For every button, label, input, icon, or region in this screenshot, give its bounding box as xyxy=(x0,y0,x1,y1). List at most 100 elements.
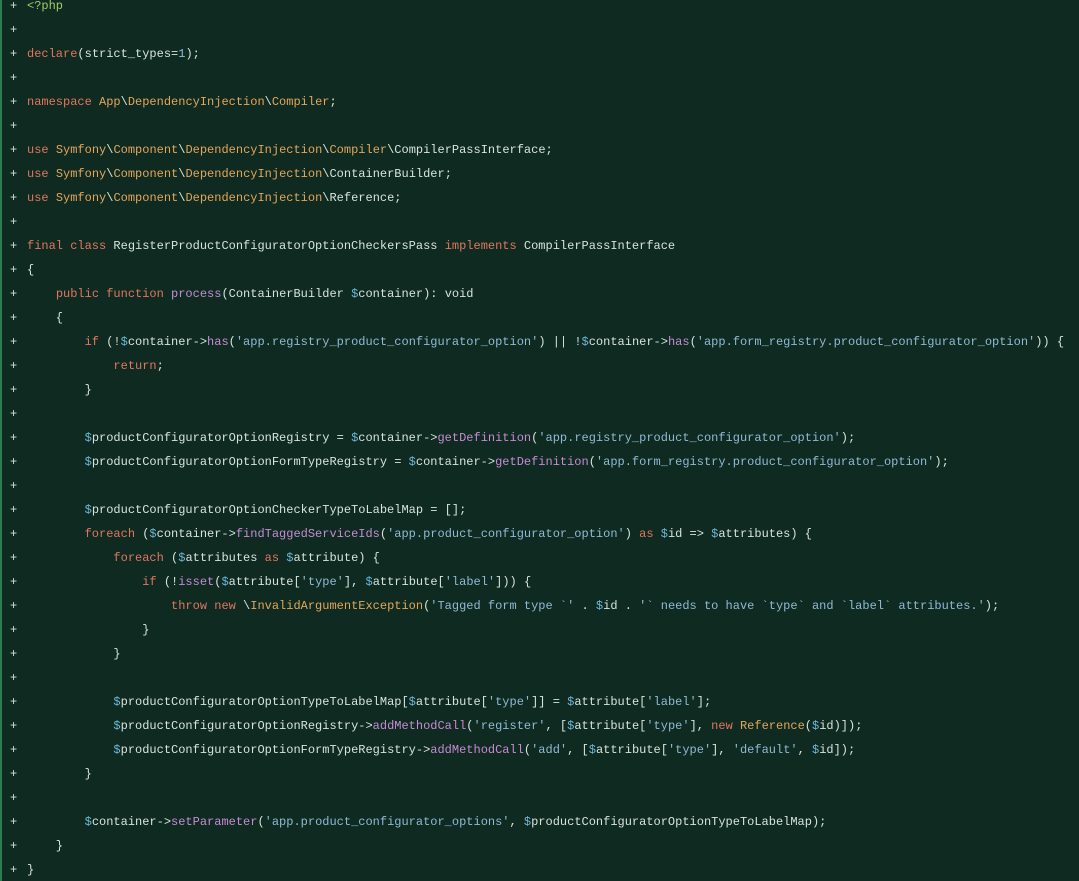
added-line-marker: + xyxy=(10,551,18,565)
code-token: container-> xyxy=(415,455,496,469)
code-token: attribute[ xyxy=(372,575,445,589)
added-line-marker: + xyxy=(10,623,18,637)
code-token: ( xyxy=(257,815,265,829)
code-text: use Symfony\Component\DependencyInjectio… xyxy=(27,162,452,186)
code-token: $ xyxy=(581,335,589,349)
added-line-marker: + xyxy=(10,71,18,85)
code-token: Component xyxy=(113,191,179,205)
code-token: \ContainerBuilder; xyxy=(322,167,452,181)
code-token: { xyxy=(27,311,64,325)
code-token: use xyxy=(27,167,56,181)
code-token: attributes xyxy=(185,551,265,565)
code-token: \ xyxy=(120,95,128,109)
code-token: ( xyxy=(804,719,812,733)
added-line-marker: + xyxy=(10,647,18,661)
code-token: 'add' xyxy=(531,743,568,757)
code-token: $ xyxy=(149,527,157,541)
code-token: ])) { xyxy=(495,575,532,589)
code-token: productConfiguratorOptionTypeToLabelMap[ xyxy=(120,695,409,709)
code-token: } xyxy=(27,839,64,853)
code-text: final class RegisterProductConfiguratorO… xyxy=(27,234,675,258)
code-token: CompilerPassInterface xyxy=(523,239,676,253)
code-token: $ xyxy=(84,455,92,469)
code-text: } xyxy=(27,378,92,402)
added-line-marker: + xyxy=(10,191,18,205)
code-token: namespace xyxy=(27,95,100,109)
code-text: } xyxy=(27,642,121,666)
code-token: , [ xyxy=(567,743,589,757)
code-token: Symfony xyxy=(55,191,107,205)
code-token: getDefinition xyxy=(437,431,532,445)
code-token: foreach xyxy=(84,527,143,541)
code-token: attributes) { xyxy=(718,527,812,541)
code-token: 'label' xyxy=(646,695,697,709)
code-text: } xyxy=(27,834,63,858)
code-token: has xyxy=(207,335,229,349)
code-token: attribute[ xyxy=(574,695,647,709)
code-token: 'app.registry_product_configurator_optio… xyxy=(235,335,539,349)
code-token: { xyxy=(27,263,35,277)
code-token: $ xyxy=(120,335,128,349)
added-line-marker: + xyxy=(10,383,18,397)
code-token: use xyxy=(27,191,56,205)
added-line-marker: + xyxy=(10,215,18,229)
code-text: namespace App\DependencyInjection\Compil… xyxy=(27,90,337,114)
code-text: use Symfony\Component\DependencyInjectio… xyxy=(27,138,553,162)
code-token: 'type' xyxy=(487,695,532,709)
code-token: if xyxy=(84,335,107,349)
code-token: <?php xyxy=(27,0,64,13)
code-token: \ xyxy=(264,95,272,109)
code-token: container-> xyxy=(588,335,668,349)
code-token: ; xyxy=(329,95,337,109)
code-token: $ xyxy=(221,575,229,589)
code-token: attribute[ xyxy=(595,743,668,757)
code-token: getDefinition xyxy=(495,455,589,469)
added-line-marker: + xyxy=(10,599,18,613)
code-token: 'register' xyxy=(473,719,546,733)
code-token: \CompilerPassInterface; xyxy=(387,143,553,157)
code-token: 'app.product_configurator_option' xyxy=(387,527,625,541)
added-line-marker: + xyxy=(10,23,18,37)
code-token: container): void xyxy=(358,287,474,301)
code-token: declare xyxy=(27,47,78,61)
code-token: isset xyxy=(178,575,215,589)
code-token: 'type' xyxy=(667,743,712,757)
code-token: id => xyxy=(667,527,712,541)
code-token: addMethodCall xyxy=(430,743,524,757)
code-token: App xyxy=(99,95,121,109)
code-text: $productConfiguratorOptionRegistry->addM… xyxy=(27,714,862,738)
code-token: ); xyxy=(185,47,200,61)
code-token: } xyxy=(27,647,121,661)
code-token: DependencyInjection xyxy=(185,167,323,181)
code-text: $productConfiguratorOptionFormTypeRegist… xyxy=(27,450,949,474)
code-diff-view: + <?php + + declare(strict_types=1); + + namesp… xyxy=(0,0,1079,881)
code-token: container-> xyxy=(156,527,236,541)
code-token: 'app.product_configurator_options' xyxy=(264,815,510,829)
code-token: $ xyxy=(113,695,121,709)
code-text: } xyxy=(27,618,149,642)
code-token: 'app.registry_product_configurator_optio… xyxy=(538,431,841,445)
added-line-marker: + xyxy=(10,431,18,445)
code-token: productConfiguratorOptionRegistry = xyxy=(91,431,352,445)
code-token: Symfony xyxy=(55,167,107,181)
added-line-marker: + xyxy=(10,119,18,133)
added-line-marker: + xyxy=(10,95,18,109)
code-token: ]] = xyxy=(531,695,568,709)
code-token: findTaggedServiceIds xyxy=(235,527,380,541)
code-text: { xyxy=(27,306,63,330)
code-text: foreach ($attributes as $attribute) { xyxy=(27,546,379,570)
added-line-marker: + xyxy=(10,743,18,757)
code-token: container-> xyxy=(127,335,208,349)
added-line-marker: + xyxy=(10,143,18,157)
code-token: productConfiguratorOptionCheckerTypeToLa… xyxy=(91,503,467,517)
code-token: Compiler xyxy=(271,95,330,109)
code-token: productConfiguratorOptionRegistry-> xyxy=(120,719,373,733)
